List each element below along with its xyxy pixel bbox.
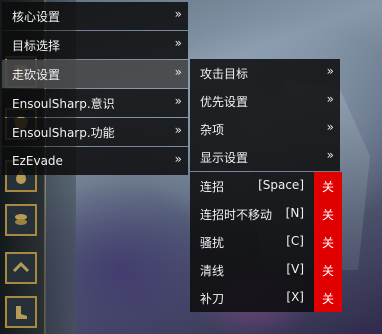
toggle-off-button[interactable]: 关 xyxy=(314,256,342,284)
submenu-arrow-icon: » xyxy=(174,36,182,50)
keybind-key[interactable]: [N] xyxy=(286,206,304,220)
menu-item-awareness[interactable]: EnsoulSharp.意识 » xyxy=(2,89,188,117)
keybind-label: 连招时不移动 xyxy=(200,207,273,222)
submenu-arrow-icon: » xyxy=(174,123,182,137)
toggle-off-button[interactable]: 关 xyxy=(314,200,342,228)
keybind-row-harass: 骚扰 [C] 关 xyxy=(190,228,342,256)
keybind-label: 连招 xyxy=(200,179,225,194)
keybind-key[interactable]: [Space] xyxy=(258,178,304,192)
submenu-arrow-icon: » xyxy=(174,152,182,166)
menu-item-core-settings[interactable]: 核心设置 » xyxy=(2,2,188,30)
coins-icon[interactable] xyxy=(5,204,37,236)
chevron-up-icon[interactable] xyxy=(5,252,37,284)
submenu-arrow-icon: » xyxy=(326,120,334,134)
toggle-off-button[interactable]: 关 xyxy=(314,172,342,200)
menu-item-priority[interactable]: 优先设置 » xyxy=(190,87,340,115)
boots-icon[interactable] xyxy=(5,296,37,328)
menu-item-label: EnsoulSharp.意识 xyxy=(12,96,115,111)
submenu-arrow-icon: » xyxy=(326,92,334,106)
keybind-key[interactable]: [C] xyxy=(286,234,304,248)
menu-item-label: 攻击目标 xyxy=(200,66,249,81)
submenu-arrow-icon: » xyxy=(326,148,334,162)
toggle-off-button[interactable]: 关 xyxy=(314,228,342,256)
keybind-row-combo: 连招 [Space] 关 xyxy=(190,172,342,200)
menu-item-orbwalker[interactable]: 走砍设置 » xyxy=(2,60,188,88)
submenu-arrow-icon: » xyxy=(174,7,182,21)
menu-item-utility[interactable]: EnsoulSharp.功能 » xyxy=(2,118,188,146)
menu-item-target-selector[interactable]: 目标选择 » xyxy=(2,31,188,59)
menu-item-label: EzEvade xyxy=(12,154,63,168)
toggle-off-button[interactable]: 关 xyxy=(314,284,342,312)
keybind-label: 清线 xyxy=(200,263,225,278)
menu-item-label: 走砍设置 xyxy=(12,67,61,82)
menu-item-misc[interactable]: 杂项 » xyxy=(190,115,340,143)
menu-item-label: 优先设置 xyxy=(200,94,249,109)
menu-item-ezevade[interactable]: EzEvade » xyxy=(2,147,188,175)
menu-item-attack-target[interactable]: 攻击目标 » xyxy=(190,59,340,87)
menu-item-label: 核心设置 xyxy=(12,9,61,24)
menu-item-label: 杂项 xyxy=(200,122,225,137)
keybind-row-lasthit: 补刀 [X] 关 xyxy=(190,284,342,312)
keybind-label: 骚扰 xyxy=(200,235,225,250)
keybind-label: 补刀 xyxy=(200,291,225,306)
keybind-key[interactable]: [V] xyxy=(286,262,304,276)
menu-item-label: 显示设置 xyxy=(200,150,249,165)
menu-item-label: 目标选择 xyxy=(12,38,61,53)
submenu-arrow-icon: » xyxy=(174,65,182,79)
menu-item-label: EnsoulSharp.功能 xyxy=(12,125,115,140)
submenu-arrow-icon: » xyxy=(326,64,334,78)
keybind-key[interactable]: [X] xyxy=(286,290,304,304)
submenu-arrow-icon: » xyxy=(174,94,182,108)
keybind-row-laneclear: 清线 [V] 关 xyxy=(190,256,342,284)
menu-item-drawings[interactable]: 显示设置 » xyxy=(190,143,340,171)
keybind-row-combo-no-move: 连招时不移动 [N] 关 xyxy=(190,200,342,228)
